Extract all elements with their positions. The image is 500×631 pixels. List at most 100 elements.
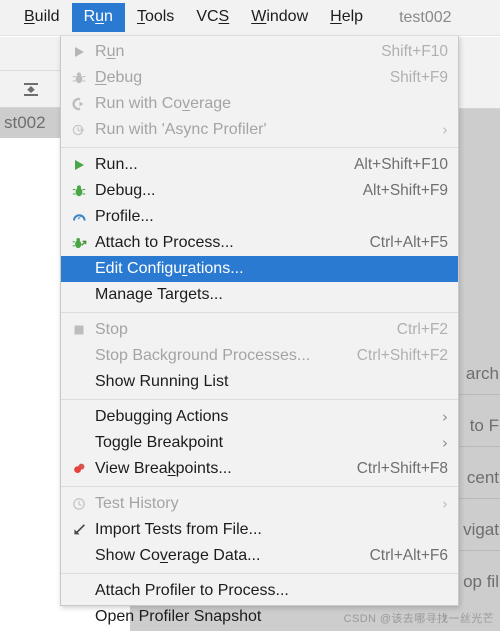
menu-item-label: Test History (95, 495, 179, 512)
menu-item-import-tests-from-file[interactable]: Import Tests from File... (61, 517, 458, 543)
stop-icon (67, 320, 91, 340)
menu-item-label: Debug... (95, 182, 156, 199)
async-profiler-icon (67, 120, 91, 140)
menu-item-no-icon (67, 607, 91, 627)
menu-item-label: View Breakpoints... (95, 460, 232, 477)
menu-item-no-icon (67, 372, 91, 392)
menu-item-debug-dialog[interactable]: Debug... Alt+Shift+F9 (61, 178, 458, 204)
menu-item-label: Attach to Process... (95, 234, 234, 251)
menu-item-label: Debugging Actions (95, 408, 229, 425)
menu-item-toggle-breakpoint[interactable]: Toggle Breakpoint › (61, 430, 458, 456)
debug-icon (67, 68, 91, 88)
menu-item-view-breakpoints[interactable]: View Breakpoints... Ctrl+Shift+F8 (61, 456, 458, 482)
menu-item-label: Open Profiler Snapshot (95, 608, 262, 625)
menu-item-show-coverage-data[interactable]: Show Coverage Data... Ctrl+Alt+F6 (61, 543, 458, 569)
menu-separator (61, 486, 458, 487)
breakpoints-icon (67, 459, 91, 479)
menu-bar: Build Run Tools VCS Window Help test002 (0, 0, 500, 36)
attach-process-icon (67, 233, 91, 253)
ide-window: st002 arch to F cent vigat op fil Build … (0, 0, 500, 631)
menu-item-no-icon (67, 581, 91, 601)
right-toolbar-area (459, 37, 500, 109)
hint-navigation-bar: vigat (463, 520, 499, 539)
menu-item-accel: Ctrl+Shift+F8 (356, 460, 448, 477)
menu-item-attach-profiler-to-process[interactable]: Attach Profiler to Process... (61, 578, 458, 604)
menu-item-profile[interactable]: Profile... (61, 204, 458, 230)
menu-item-run-with-coverage[interactable]: Run with Coverage (61, 91, 458, 117)
menu-item-debug[interactable]: Debug Shift+F9 (61, 65, 458, 91)
menu-item-no-icon (67, 433, 91, 453)
import-tests-icon (67, 520, 91, 540)
coverage-icon (67, 94, 91, 114)
project-name-label: test002 (399, 8, 452, 26)
menu-item-label: Run with 'Async Profiler' (95, 121, 267, 138)
submenu-chevron-icon: › (442, 408, 448, 426)
watermark: CSDN @该去哪寻找一丝光芒 (343, 613, 494, 625)
menu-item-label: Edit Configurations... (95, 260, 244, 277)
menu-item-label: Attach Profiler to Process... (95, 582, 289, 599)
menu-item-manage-targets[interactable]: Manage Targets... (61, 282, 458, 308)
run-icon (67, 155, 91, 175)
menu-item-accel: Shift+F9 (389, 69, 448, 86)
debug-icon (67, 181, 91, 201)
menu-item-run[interactable]: Run Shift+F10 (61, 39, 458, 65)
menu-item-label: Import Tests from File... (95, 521, 262, 538)
menu-item-no-icon (67, 407, 91, 427)
hint-drop-files: op fil (463, 572, 499, 591)
menu-item-accel: Ctrl+Alt+F5 (369, 234, 448, 251)
menu-item-accel: Shift+F10 (381, 43, 448, 60)
menubar-item-vcs[interactable]: VCS (186, 3, 239, 32)
menu-item-accel: Alt+Shift+F9 (362, 182, 448, 199)
menu-item-run-with-async-profiler[interactable]: Run with 'Async Profiler' › (61, 117, 458, 143)
menu-item-accel: Ctrl+F2 (396, 321, 448, 338)
submenu-chevron-icon: › (442, 121, 448, 139)
menu-item-label: Show Running List (95, 373, 229, 390)
menu-item-label: Debug (95, 69, 143, 86)
menu-item-label: Profile... (95, 208, 154, 225)
run-icon (67, 42, 91, 62)
hint-go-to-file: to F (469, 416, 499, 435)
hint-search-everywhere: arch (465, 364, 499, 383)
menu-item-stop[interactable]: Stop Ctrl+F2 (61, 317, 458, 343)
menubar-item-tools[interactable]: Tools (127, 3, 184, 32)
menu-item-accel: Ctrl+Shift+F2 (356, 347, 448, 364)
menu-item-no-icon (67, 259, 91, 279)
menu-item-label: Run... (95, 156, 138, 173)
menubar-item-build[interactable]: Build (14, 3, 70, 32)
menu-item-debugging-actions[interactable]: Debugging Actions › (61, 404, 458, 430)
menu-item-stop-background-processes[interactable]: Stop Background Processes... Ctrl+Shift+… (61, 343, 458, 369)
menu-item-run-dialog[interactable]: Run... Alt+Shift+F10 (61, 152, 458, 178)
menu-item-label: Run with Coverage (95, 95, 232, 112)
menu-item-label: Toggle Breakpoint (95, 434, 224, 451)
menu-item-test-history[interactable]: Test History › (61, 491, 458, 517)
menu-item-label: Stop (95, 321, 128, 338)
hint-divider (459, 446, 500, 447)
menu-item-no-icon (67, 285, 91, 305)
hint-divider (459, 550, 500, 551)
menu-item-label: Stop Background Processes... (95, 347, 311, 364)
menu-item-accel: Alt+Shift+F10 (354, 156, 448, 173)
menu-separator (61, 147, 458, 148)
submenu-chevron-icon: › (442, 434, 448, 452)
menu-item-accel: Ctrl+Alt+F6 (369, 547, 448, 564)
menu-item-attach-to-process[interactable]: Attach to Process... Ctrl+Alt+F5 (61, 230, 458, 256)
hint-divider (459, 394, 500, 395)
menu-item-label: Run (95, 43, 125, 60)
hint-divider (459, 498, 500, 499)
profile-icon (67, 207, 91, 227)
menu-item-label: Manage Targets... (95, 286, 223, 303)
submenu-chevron-icon: › (442, 495, 448, 513)
expand-all-icon[interactable] (14, 75, 48, 103)
menubar-item-help[interactable]: Help (320, 3, 373, 32)
menu-separator (61, 312, 458, 313)
history-icon (67, 494, 91, 514)
menu-item-show-running-list[interactable]: Show Running List (61, 369, 458, 395)
menubar-item-window[interactable]: Window (241, 3, 318, 32)
menu-separator (61, 399, 458, 400)
run-menu-popup: Run Shift+F10 Debug Shift+F9 Run with Co… (60, 36, 459, 626)
menu-item-no-icon (67, 346, 91, 366)
menu-item-no-icon (67, 546, 91, 566)
menu-separator (61, 573, 458, 574)
menubar-item-run[interactable]: Run (71, 3, 125, 32)
menu-item-edit-configurations[interactable]: Edit Configurations... (61, 256, 458, 282)
